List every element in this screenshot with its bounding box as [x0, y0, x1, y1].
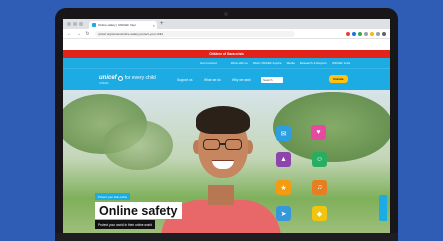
app-icon-3: ▲ — [276, 152, 291, 167]
donate-label: Donate — [333, 77, 344, 81]
extension-icons — [346, 31, 386, 36]
app-icon-1: ✉ — [276, 126, 291, 141]
app-icon-7: ➤ — [276, 206, 291, 221]
utility-link[interactable]: Research & Reports — [300, 61, 327, 65]
unicef-logo[interactable]: unicef for every child — [99, 75, 156, 81]
app-icon-4: ☺ — [312, 152, 327, 167]
tab-title: Online safety | UNICEF Inter — [98, 23, 136, 27]
donate-button[interactable]: Donate — [329, 75, 348, 83]
tab-close-icon[interactable]: × — [153, 23, 155, 28]
back-icon[interactable]: ← — [67, 30, 72, 38]
address-bar-url: unicef.org/stories/online-safety-protect… — [98, 31, 163, 36]
main-nav: unicef for every child UNICEF Support us… — [63, 68, 390, 90]
address-bar[interactable]: unicef.org/stories/online-safety-protect… — [95, 30, 295, 37]
browser-tab-active[interactable]: Online safety | UNICEF Inter × — [89, 21, 157, 29]
new-tab-button[interactable]: + — [160, 20, 164, 28]
unicef-favicon-icon — [92, 23, 96, 27]
laptop-bottom-bezel — [55, 233, 398, 241]
menu-item-why-we-work[interactable]: Why we work — [232, 78, 251, 82]
alert-text: Children of Gaza crisis — [209, 52, 244, 56]
utility-link[interactable]: Media — [287, 61, 295, 65]
extension-icon[interactable] — [370, 31, 374, 36]
hero-title-text: Online safety — [99, 203, 178, 218]
extension-icon[interactable] — [376, 31, 380, 36]
profile-avatar-icon[interactable] — [382, 31, 386, 36]
logo-subtext: UNICEF — [99, 82, 109, 85]
maximize-window-dot[interactable] — [79, 22, 83, 26]
boy-hair — [196, 106, 250, 134]
boy-glasses — [203, 139, 243, 151]
extension-icon[interactable] — [352, 31, 356, 36]
extension-icon[interactable] — [358, 31, 362, 36]
boy-neck — [208, 185, 234, 205]
menu-item-what-we-do[interactable]: What we do — [204, 78, 221, 82]
utility-link[interactable]: Work UNICEF Inspire — [253, 61, 282, 65]
app-icon-6: ♫ — [312, 180, 327, 195]
hero-title: Online safety — [95, 202, 182, 219]
minimize-window-dot[interactable] — [73, 22, 77, 26]
forward-icon[interactable]: → — [76, 30, 81, 38]
browser-toolbar: ← → ↻ unicef.org/stories/online-safety-p… — [63, 29, 390, 39]
utility-link[interactable]: Work with us — [231, 61, 248, 65]
background-tree — [103, 120, 173, 170]
utility-nav: Get involved Work with us Work UNICEF In… — [63, 58, 390, 68]
app-icon-2: ♥ — [311, 125, 326, 140]
app-icon-8: ◆ — [312, 206, 327, 221]
logo-tagline: for every child — [124, 75, 156, 81]
utility-link[interactable]: UNICEF Jobs — [332, 61, 350, 65]
reload-icon[interactable]: ↻ — [85, 30, 90, 38]
hero-eyebrow: Protect your kids online — [95, 193, 131, 200]
hero-subtitle-text: Protect your world in their online world — [98, 222, 153, 227]
logo-wordmark: unicef — [99, 75, 117, 81]
unicef-emblem-icon — [117, 76, 123, 81]
search-button[interactable]: Search — [261, 77, 283, 83]
app-icon-5: ★ — [276, 180, 291, 195]
close-window-dot[interactable] — [67, 22, 71, 26]
search-label: Search — [263, 78, 273, 82]
laptop-screen: Online safety | UNICEF Inter × + ← → ↻ u… — [63, 19, 390, 241]
browser-titlebar: Online safety | UNICEF Inter × + — [63, 19, 390, 29]
extension-icon[interactable] — [364, 31, 368, 36]
utility-link[interactable]: Get involved — [200, 61, 217, 65]
hero-subtitle: Protect your world in their online world — [95, 220, 156, 229]
webcam — [224, 12, 228, 16]
extension-icon[interactable] — [346, 31, 350, 36]
menu-item-support[interactable]: Support us — [177, 78, 192, 82]
emergency-alert-bar[interactable]: Children of Gaza crisis — [63, 50, 390, 58]
window-controls — [67, 22, 83, 26]
hero-eyebrow-text: Protect your kids online — [98, 194, 128, 199]
laptop-frame: Online safety | UNICEF Inter × + ← → ↻ u… — [55, 8, 398, 241]
feedback-side-tab[interactable] — [379, 195, 387, 221]
